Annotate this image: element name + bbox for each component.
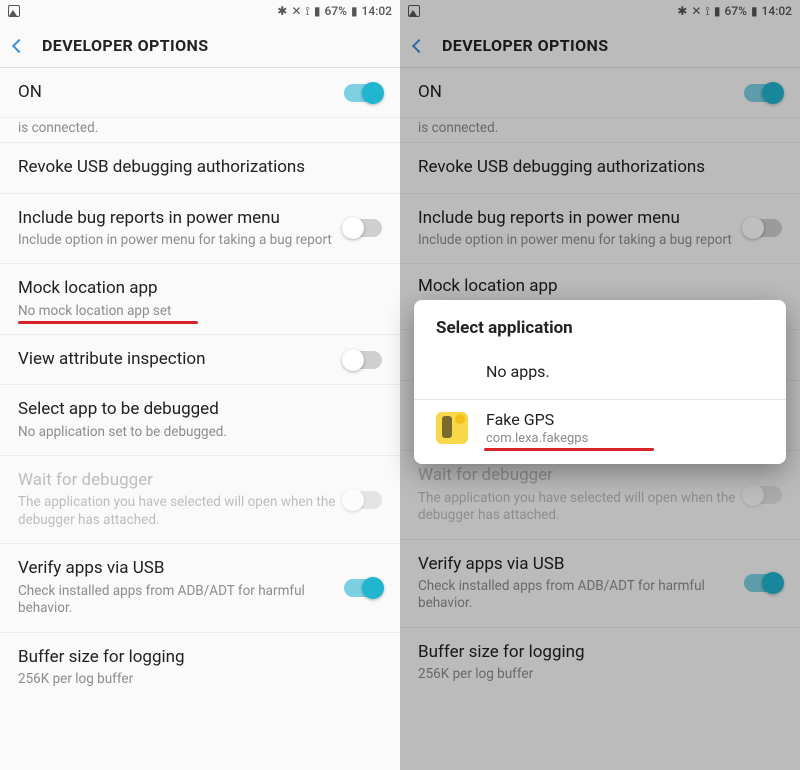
selectdbg-sub: No application set to be debugged.	[18, 424, 382, 442]
annotation-underline	[18, 321, 198, 324]
app-name: Fake GPS	[486, 410, 588, 429]
status-bar: ✱ ✕ ⟟ ▮ 67% ▮ 14:02	[400, 0, 800, 22]
verify-sub: Check installed apps from ADB/ADT for ha…	[18, 583, 344, 618]
wifi-icon: ⟟	[705, 4, 709, 19]
revoke-title: Revoke USB debugging authorizations	[18, 157, 382, 178]
settings-list[interactable]: ON is connected. Revoke USB debugging au…	[0, 68, 400, 770]
mock-location-row[interactable]: Mock location app No mock location app s…	[0, 264, 400, 335]
master-toggle-row[interactable]: ON	[0, 68, 400, 118]
screen-left: ✱ ✕ ⟟ ▮ 67% ▮ 14:02 DEVELOPER OPTIONS ON…	[0, 0, 400, 770]
mock-title: Mock location app	[418, 276, 782, 297]
master-toggle[interactable]	[344, 84, 382, 102]
bluetooth-icon: ✱	[677, 4, 687, 18]
clock: 14:02	[362, 4, 392, 18]
buffer-row[interactable]: Buffer size for logging 256K per log buf…	[0, 633, 400, 703]
bugreport-title: Include bug reports in power menu	[18, 208, 344, 229]
fakegps-app-icon	[436, 412, 468, 444]
battery-text: 67%	[724, 4, 746, 18]
header-bar: DEVELOPER OPTIONS	[400, 22, 800, 68]
battery-icon: ▮	[351, 4, 358, 18]
select-debug-row[interactable]: Select app to be debugged No application…	[0, 385, 400, 456]
verify-toggle[interactable]	[744, 574, 782, 592]
buffer-sub: 256K per log buffer	[418, 666, 782, 684]
revoke-usb-row[interactable]: Revoke USB debugging authorizations	[400, 143, 800, 193]
clock: 14:02	[762, 4, 792, 18]
selectdbg-title: Select app to be debugged	[18, 399, 382, 420]
annotation-underline	[484, 448, 654, 451]
page-title: DEVELOPER OPTIONS	[42, 36, 209, 55]
back-icon[interactable]	[12, 38, 26, 52]
verify-title: Verify apps via USB	[418, 554, 744, 575]
dialog-title: Select application	[414, 318, 786, 350]
master-toggle-row[interactable]: ON	[400, 68, 800, 118]
waitdbg-toggle	[744, 486, 782, 504]
bluetooth-icon: ✱	[277, 4, 287, 18]
waitdbg-title: Wait for debugger	[418, 465, 744, 486]
waitdbg-sub: The application you have selected will o…	[18, 494, 344, 529]
revoke-title: Revoke USB debugging authorizations	[418, 157, 782, 178]
bugreport-sub: Include option in power menu for taking …	[418, 232, 744, 250]
master-toggle-label: ON	[18, 82, 344, 103]
truncated-subtitle: is connected.	[400, 118, 800, 143]
wait-debugger-row: Wait for debugger The application you ha…	[400, 451, 800, 539]
viewattr-toggle[interactable]	[344, 351, 382, 369]
buffer-sub: 256K per log buffer	[18, 671, 382, 689]
bugreport-title: Include bug reports in power menu	[418, 208, 744, 229]
header-bar: DEVELOPER OPTIONS	[0, 22, 400, 68]
signal-icon: ▮	[714, 4, 721, 18]
status-bar: ✱ ✕ ⟟ ▮ 67% ▮ 14:02	[0, 0, 400, 22]
wait-debugger-row: Wait for debugger The application you ha…	[0, 456, 400, 544]
wifi-icon: ⟟	[305, 4, 309, 19]
verify-usb-row[interactable]: Verify apps via USB Check installed apps…	[400, 540, 800, 628]
view-attr-row[interactable]: View attribute inspection	[0, 335, 400, 385]
picture-icon	[408, 5, 420, 17]
mock-sub: No mock location app set	[18, 303, 382, 321]
page-title: DEVELOPER OPTIONS	[442, 36, 609, 55]
bugreport-row[interactable]: Include bug reports in power menu Includ…	[400, 194, 800, 265]
verify-usb-row[interactable]: Verify apps via USB Check installed apps…	[0, 544, 400, 632]
waitdbg-sub: The application you have selected will o…	[418, 490, 744, 525]
waitdbg-title: Wait for debugger	[18, 470, 344, 491]
bugreport-toggle[interactable]	[744, 219, 782, 237]
mute-icon: ✕	[291, 4, 301, 18]
dialog-option-noapps[interactable]: No apps.	[414, 350, 786, 400]
picture-icon	[8, 5, 20, 17]
truncated-subtitle: is connected.	[0, 118, 400, 143]
app-package: com.lexa.fakegps	[486, 431, 588, 446]
back-icon[interactable]	[412, 38, 426, 52]
verify-title: Verify apps via USB	[18, 558, 344, 579]
dialog-option-fakegps[interactable]: Fake GPS com.lexa.fakegps	[414, 400, 786, 452]
revoke-usb-row[interactable]: Revoke USB debugging authorizations	[0, 143, 400, 193]
buffer-row[interactable]: Buffer size for logging 256K per log buf…	[400, 628, 800, 698]
bugreport-sub: Include option in power menu for taking …	[18, 232, 344, 250]
signal-icon: ▮	[314, 4, 321, 18]
bugreport-row[interactable]: Include bug reports in power menu Includ…	[0, 194, 400, 265]
buffer-title: Buffer size for logging	[418, 642, 782, 663]
waitdbg-toggle	[344, 491, 382, 509]
bugreport-toggle[interactable]	[344, 219, 382, 237]
battery-icon: ▮	[751, 4, 758, 18]
mute-icon: ✕	[691, 4, 701, 18]
viewattr-title: View attribute inspection	[18, 349, 344, 370]
screen-right: ✱ ✕ ⟟ ▮ 67% ▮ 14:02 DEVELOPER OPTIONS ON…	[400, 0, 800, 770]
verify-sub: Check installed apps from ADB/ADT for ha…	[418, 578, 744, 613]
master-toggle-label: ON	[418, 82, 744, 103]
master-toggle[interactable]	[744, 84, 782, 102]
verify-toggle[interactable]	[344, 579, 382, 597]
battery-text: 67%	[324, 4, 346, 18]
buffer-title: Buffer size for logging	[18, 647, 382, 668]
select-application-dialog: Select application No apps. Fake GPS com…	[414, 300, 786, 464]
mock-title: Mock location app	[18, 278, 382, 299]
